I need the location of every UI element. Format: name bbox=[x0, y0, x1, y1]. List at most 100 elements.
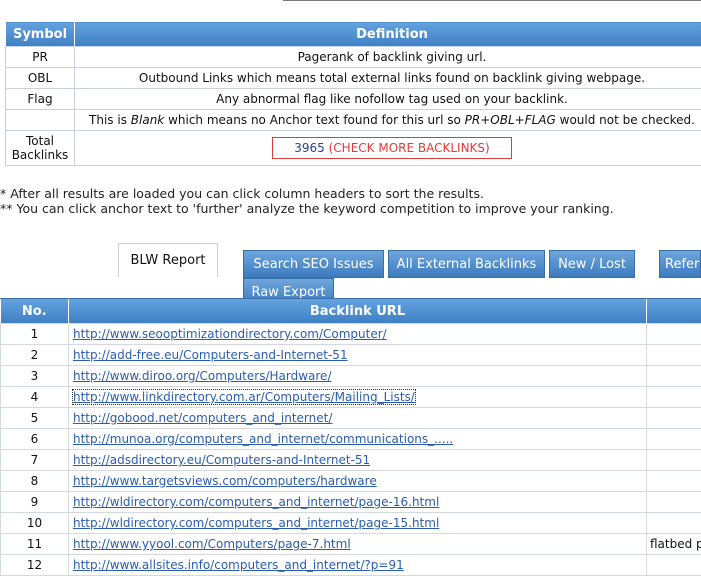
column-header-backlink-url[interactable]: Backlink URL bbox=[68, 299, 647, 324]
row-number: 7 bbox=[0, 449, 69, 471]
backlink-url-link[interactable]: http://adsdirectory.eu/Computers-and-Int… bbox=[73, 453, 370, 467]
row-number: 4 bbox=[0, 386, 69, 408]
note-anchor: ** You can click anchor text to 'further… bbox=[0, 201, 614, 216]
backlink-url-link[interactable]: http://www.seooptimizationdirectory.com/… bbox=[73, 327, 387, 341]
blank-text-emph: PR+OBL+FLAG bbox=[464, 113, 556, 127]
backlink-url-cell: http://www.linkdirectory.com.ar/Computer… bbox=[68, 386, 647, 408]
table-row: 4 http://www.linkdirectory.com.ar/Compute… bbox=[0, 386, 701, 408]
legend-symbol: PR bbox=[5, 46, 75, 68]
notes: * After all results are loaded you can c… bbox=[0, 186, 614, 216]
backlink-url-link[interactable]: http://www.diroo.org/Computers/Hardware/ bbox=[73, 369, 331, 383]
table-row: 2 http://add-free.eu/Computers-and-Intern… bbox=[0, 344, 701, 366]
legend-row: Flag Any abnormal flag like nofollow tag… bbox=[5, 88, 701, 110]
backlink-url-cell: http://www.yyool.com/Computers/page-7.ht… bbox=[68, 533, 647, 555]
backlink-url-cell: http://www.allsites.info/computers_and_i… bbox=[68, 554, 647, 576]
total-backlinks-count: 3965 bbox=[294, 141, 325, 155]
row-number: 11 bbox=[0, 533, 69, 555]
tab-referring[interactable]: Refer bbox=[659, 250, 701, 278]
table-row: 6 http://munoa.org/computers_and_internet… bbox=[0, 428, 701, 450]
total-label-line1: Total bbox=[25, 134, 55, 148]
table-row: 7 http://adsdirectory.eu/Computers-and-In… bbox=[0, 449, 701, 471]
backlink-url-link[interactable]: http://www.targetsviews.com/computers/ha… bbox=[73, 474, 377, 488]
extra-cell bbox=[646, 323, 701, 345]
backlink-url-link[interactable]: http://add-free.eu/Computers-and-Interne… bbox=[73, 348, 348, 362]
tab-search-seo-issues[interactable]: Search SEO Issues bbox=[243, 250, 384, 278]
top-divider bbox=[283, 0, 701, 1]
extra-cell bbox=[646, 428, 701, 450]
table-row: 10 http://wldirectory.com/computers_and_i… bbox=[0, 512, 701, 534]
legend-definition-blank: This is Blank which means no Anchor text… bbox=[74, 109, 701, 131]
note-sort: * After all results are loaded you can c… bbox=[0, 186, 484, 201]
blank-text-post: would not be checked. bbox=[555, 113, 695, 127]
backlink-url-link[interactable]: http://wldirectory.com/computers_and_int… bbox=[73, 495, 439, 509]
backlink-url-link[interactable]: http://www.yyool.com/Computers/page-7.ht… bbox=[73, 537, 351, 551]
row-number: 3 bbox=[0, 365, 69, 387]
backlink-url-cell: http://wldirectory.com/computers_and_int… bbox=[68, 512, 647, 534]
legend-row: OBL Outbound Links which means total ext… bbox=[5, 67, 701, 89]
extra-cell bbox=[646, 512, 701, 534]
backlink-url-cell: http://adsdirectory.eu/Computers-and-Int… bbox=[68, 449, 647, 471]
backlink-url-cell: http://www.targetsviews.com/computers/ha… bbox=[68, 470, 647, 492]
extra-cell bbox=[646, 386, 701, 408]
backlink-url-cell: http://munoa.org/computers_and_internet/… bbox=[68, 428, 647, 450]
row-number: 6 bbox=[0, 428, 69, 450]
backlink-url-link[interactable]: http://www.allsites.info/computers_and_i… bbox=[73, 558, 404, 572]
tab-blw-report[interactable]: BLW Report bbox=[118, 243, 218, 277]
backlink-url-link[interactable]: http://wldirectory.com/computers_and_int… bbox=[73, 516, 439, 530]
legend-header-definition[interactable]: Definition bbox=[74, 21, 701, 47]
table-row: 1 http://www.seooptimizationdirectory.com… bbox=[0, 323, 701, 345]
extra-cell bbox=[646, 407, 701, 429]
table-row: 11 http://www.yyool.com/Computers/page-7.… bbox=[0, 533, 701, 555]
legend-definition: Any abnormal flag like nofollow tag used… bbox=[74, 88, 701, 110]
backlink-url-link[interactable]: http://gobood.net/computers_and_internet… bbox=[73, 411, 332, 425]
row-number: 12 bbox=[0, 554, 69, 576]
row-number: 8 bbox=[0, 470, 69, 492]
backlink-url-cell: http://www.diroo.org/Computers/Hardware/ bbox=[68, 365, 647, 387]
backlink-url-cell: http://wldirectory.com/computers_and_int… bbox=[68, 491, 647, 513]
table-row: 5 http://gobood.net/computers_and_interne… bbox=[0, 407, 701, 429]
row-number: 1 bbox=[0, 323, 69, 345]
row-number: 2 bbox=[0, 344, 69, 366]
extra-cell bbox=[646, 365, 701, 387]
backlink-url-cell: http://gobood.net/computers_and_internet… bbox=[68, 407, 647, 429]
legend-symbol: OBL bbox=[5, 67, 75, 89]
column-header-no[interactable]: No. bbox=[0, 299, 69, 324]
row-number: 9 bbox=[0, 491, 69, 513]
legend-definition: Pagerank of backlink giving url. bbox=[74, 46, 701, 68]
tab-all-external-backlinks[interactable]: All External Backlinks bbox=[388, 250, 545, 278]
table-row: 12 http://www.allsites.info/computers_and… bbox=[0, 554, 701, 576]
tab-new-lost[interactable]: New / Lost bbox=[549, 250, 635, 278]
legend-symbol-empty bbox=[5, 109, 75, 131]
legend-definition: Outbound Links which means total externa… bbox=[74, 67, 701, 89]
backlinks-table: No. Backlink URL 1 http://www.seooptimiza… bbox=[0, 299, 701, 576]
column-header-extra[interactable] bbox=[646, 299, 701, 324]
extra-cell bbox=[646, 449, 701, 471]
extra-cell bbox=[646, 554, 701, 576]
legend-symbol: Flag bbox=[5, 88, 75, 110]
legend-table: Symbol Definition PR Pagerank of backlin… bbox=[5, 21, 701, 166]
table-row: 3 http://www.diroo.org/Computers/Hardware… bbox=[0, 365, 701, 387]
check-more-backlinks-link[interactable]: 3965 (CHECK MORE BACKLINKS) bbox=[272, 137, 512, 159]
legend-row-blank: This is Blank which means no Anchor text… bbox=[5, 109, 701, 131]
row-number: 10 bbox=[0, 512, 69, 534]
check-more-backlinks-text: (CHECK MORE BACKLINKS) bbox=[324, 141, 490, 155]
blank-text-pre: This is bbox=[89, 113, 131, 127]
legend-header-symbol[interactable]: Symbol bbox=[5, 21, 75, 47]
table-row: 9 http://wldirectory.com/computers_and_in… bbox=[0, 491, 701, 513]
backlink-url-link[interactable]: http://www.linkdirectory.com.ar/Computer… bbox=[72, 389, 416, 405]
blank-text-mid: which means no Anchor text found for thi… bbox=[164, 113, 465, 127]
row-number: 5 bbox=[0, 407, 69, 429]
total-backlinks-cell: 3965 (CHECK MORE BACKLINKS) bbox=[74, 130, 701, 166]
blank-text-italic: Blank bbox=[130, 113, 165, 127]
extra-cell bbox=[646, 344, 701, 366]
extra-cell bbox=[646, 470, 701, 492]
extra-cell bbox=[646, 491, 701, 513]
table-row: 8 http://www.targetsviews.com/computers/h… bbox=[0, 470, 701, 492]
extra-cell: flatbed p bbox=[646, 533, 701, 555]
total-label-line2: Backlinks bbox=[11, 148, 69, 162]
backlink-url-cell: http://www.seooptimizationdirectory.com/… bbox=[68, 323, 647, 345]
legend-row-total: Total Backlinks 3965 (CHECK MORE BACKLINK… bbox=[5, 130, 701, 166]
backlink-url-cell: http://add-free.eu/Computers-and-Interne… bbox=[68, 344, 647, 366]
backlink-url-link[interactable]: http://munoa.org/computers_and_internet/… bbox=[73, 432, 453, 446]
total-backlinks-label: Total Backlinks bbox=[5, 130, 75, 166]
